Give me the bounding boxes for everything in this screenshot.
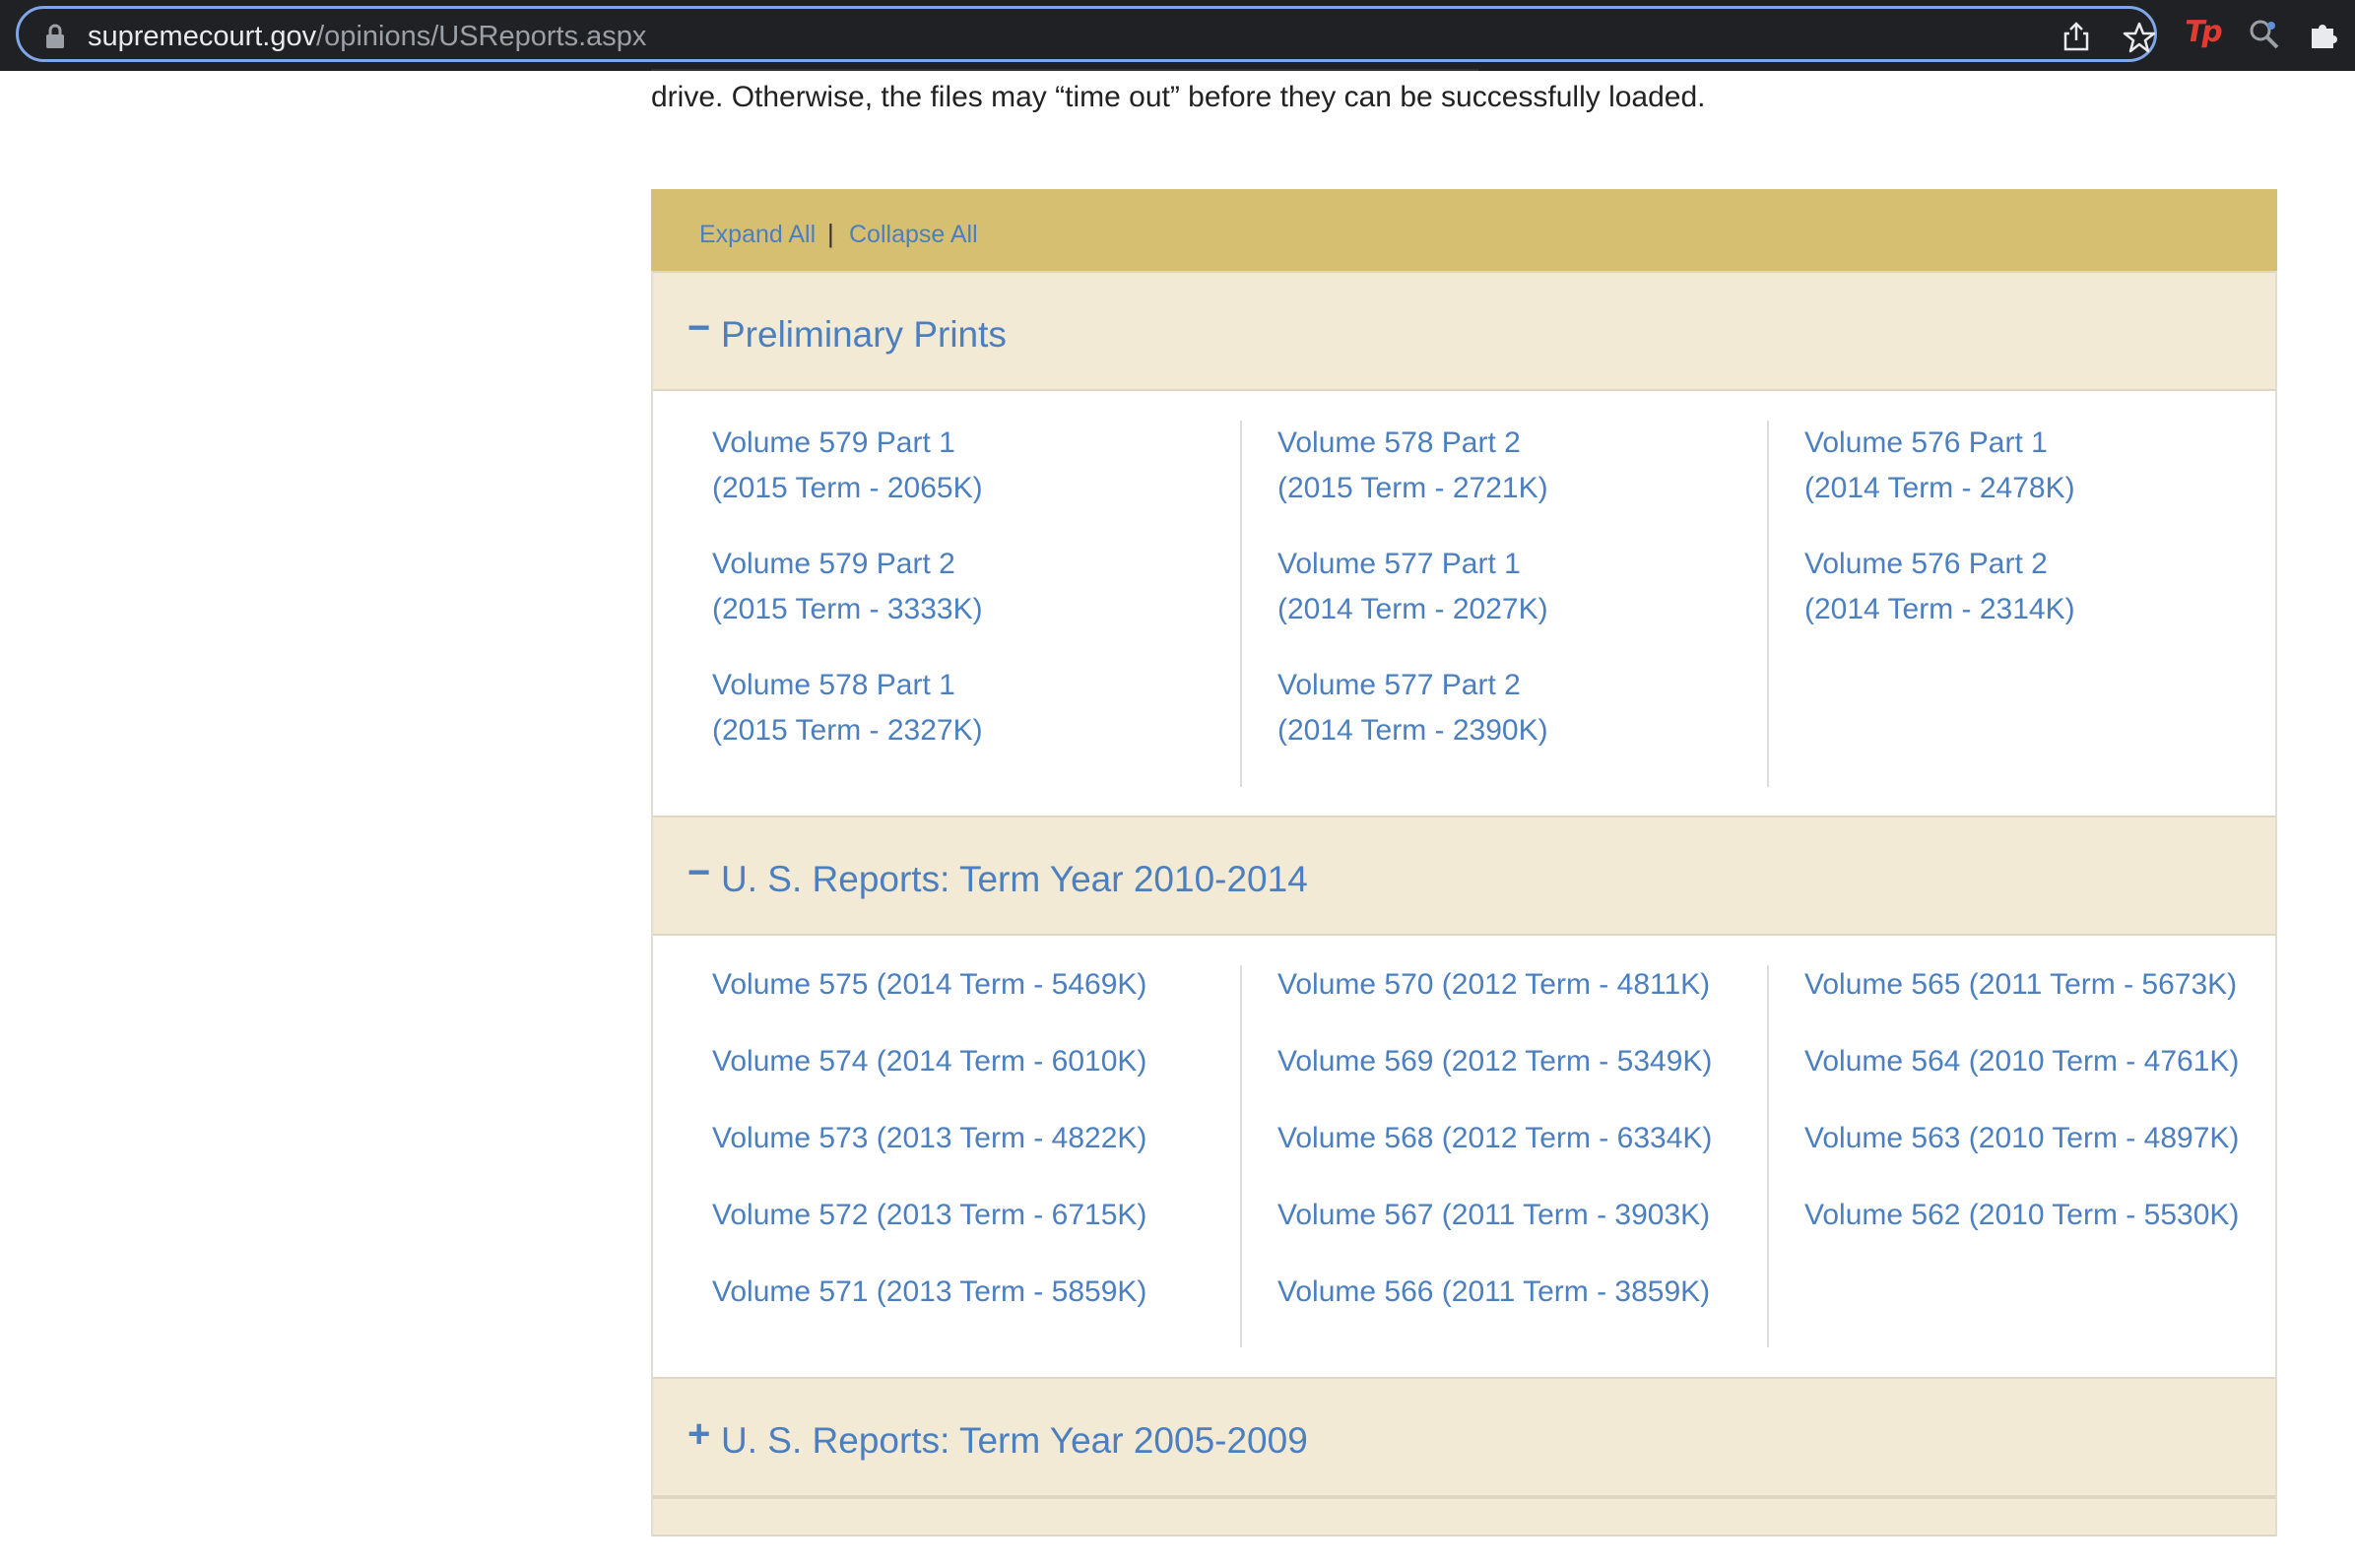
url-domain: supremecourt.gov <box>88 21 317 52</box>
link-line: Volume 577 Part 2 <box>1277 669 1521 701</box>
volume-link[interactable]: Volume 576 Part 1 (2014 Term - 2478K) <box>1804 421 2331 511</box>
volume-link[interactable]: Volume 578 Part 2 (2015 Term - 2721K) <box>1277 421 1804 511</box>
section-title[interactable]: U. S. Reports: Term Year 2005-2009 <box>721 1420 1308 1462</box>
link-line: Volume 579 Part 2 <box>712 548 955 580</box>
volume-link[interactable]: Volume 562 (2010 Term - 5530K) <box>1804 1196 2331 1235</box>
section-term-2010-2014: − U. S. Reports: Term Year 2010-2014 Vol… <box>651 816 2277 1377</box>
link-column: Volume 575 (2014 Term - 5469K) Volume 57… <box>712 965 1239 1347</box>
search-extension-icon[interactable] <box>2248 18 2281 51</box>
volume-link[interactable]: Volume 570 (2012 Term - 4811K) <box>1277 965 1804 1005</box>
volume-link[interactable]: Volume 578 Part 1 (2015 Term - 2327K) <box>712 663 1239 753</box>
next-section-header[interactable] <box>653 1497 2275 1536</box>
volume-link[interactable]: Volume 573 (2013 Term - 4822K) <box>712 1119 1239 1158</box>
reports-accordion: Expand All | Collapse All − Preliminary … <box>651 189 2277 1568</box>
volume-link[interactable]: Volume 563 (2010 Term - 4897K) <box>1804 1119 2331 1158</box>
section-body: Volume 575 (2014 Term - 5469K) Volume 57… <box>653 936 2275 1377</box>
url-path: /opinions/USReports.aspx <box>316 21 647 52</box>
link-column: Volume 579 Part 1 (2015 Term - 2065K) Vol… <box>712 421 1239 787</box>
collapse-all-link[interactable]: Collapse All <box>849 221 978 249</box>
volume-link[interactable]: Volume 568 (2012 Term - 6334K) <box>1277 1119 1804 1158</box>
volume-link[interactable]: Volume 579 Part 1 (2015 Term - 2065K) <box>712 421 1239 511</box>
link-line: Volume 578 Part 2 <box>1277 426 1521 459</box>
address-bar[interactable]: supremecourt.gov/opinions/USReports.aspx <box>16 6 2157 62</box>
link-line: (2015 Term - 3333K) <box>712 593 983 625</box>
url-text[interactable]: supremecourt.gov/opinions/USReports.aspx <box>88 20 646 53</box>
link-line: (2015 Term - 2327K) <box>712 714 983 747</box>
link-line: Volume 576 Part 2 <box>1804 548 2048 580</box>
lock-icon[interactable] <box>44 24 66 49</box>
link-column: Volume 570 (2012 Term - 4811K) Volume 56… <box>1240 965 1804 1347</box>
volume-link[interactable]: Volume 579 Part 2 (2015 Term - 3333K) <box>712 542 1239 632</box>
tp-extension-icon[interactable]: Tp <box>2182 15 2223 49</box>
volume-link[interactable]: Volume 565 (2011 Term - 5673K) <box>1804 965 2331 1005</box>
expand-plus-icon[interactable]: + <box>687 1414 711 1454</box>
link-line: (2015 Term - 2721K) <box>1277 472 1548 504</box>
link-column: Volume 565 (2011 Term - 5673K) Volume 56… <box>1767 965 2331 1347</box>
section-header[interactable]: − Preliminary Prints <box>653 271 2275 391</box>
link-line: (2015 Term - 2065K) <box>712 472 983 504</box>
volume-link[interactable]: Volume 572 (2013 Term - 6715K) <box>712 1196 1239 1235</box>
volume-link[interactable]: Volume 574 (2014 Term - 6010K) <box>712 1042 1239 1081</box>
volume-link[interactable]: Volume 566 (2011 Term - 3859K) <box>1277 1273 1804 1312</box>
volume-link[interactable]: Volume 564 (2010 Term - 4761K) <box>1804 1042 2331 1081</box>
intro-text: drive. Otherwise, the files may “time ou… <box>651 81 1706 113</box>
accordion-toolbar: Expand All | Collapse All <box>651 189 2277 271</box>
collapse-minus-icon[interactable]: − <box>687 853 711 892</box>
section-header[interactable]: + U. S. Reports: Term Year 2005-2009 <box>653 1377 2275 1497</box>
volume-link[interactable]: Volume 577 Part 1 (2014 Term - 2027K) <box>1277 542 1804 632</box>
volume-link[interactable]: Volume 569 (2012 Term - 5349K) <box>1277 1042 1804 1081</box>
extensions-puzzle-icon[interactable] <box>2308 19 2339 50</box>
section-header[interactable]: − U. S. Reports: Term Year 2010-2014 <box>653 816 2275 936</box>
link-line: (2014 Term - 2390K) <box>1277 714 1548 747</box>
section-preliminary-prints: − Preliminary Prints Volume 579 Part 1 (2… <box>651 271 2277 816</box>
link-line: Volume 577 Part 1 <box>1277 548 1521 580</box>
clipped-text-line <box>651 65 1478 73</box>
section-title[interactable]: U. S. Reports: Term Year 2010-2014 <box>721 859 1308 900</box>
section-term-2005-2009: + U. S. Reports: Term Year 2005-2009 <box>651 1377 2277 1536</box>
link-line: Volume 579 Part 1 <box>712 426 955 459</box>
link-line: Volume 576 Part 1 <box>1804 426 2048 459</box>
link-column: Volume 578 Part 2 (2015 Term - 2721K) Vol… <box>1240 421 1804 787</box>
browser-toolbar: supremecourt.gov/opinions/USReports.aspx… <box>0 0 2355 71</box>
volume-link[interactable]: Volume 567 (2011 Term - 3903K) <box>1277 1196 1804 1235</box>
link-line: Volume 578 Part 1 <box>712 669 955 701</box>
link-line: (2014 Term - 2027K) <box>1277 593 1548 625</box>
section-title[interactable]: Preliminary Prints <box>721 314 1007 356</box>
bookmark-star-icon[interactable] <box>2123 21 2156 54</box>
volume-link[interactable]: Volume 577 Part 2 (2014 Term - 2390K) <box>1277 663 1804 753</box>
share-icon[interactable] <box>2061 21 2091 52</box>
volume-link[interactable]: Volume 576 Part 2 (2014 Term - 2314K) <box>1804 542 2331 632</box>
link-line: (2014 Term - 2314K) <box>1804 593 2075 625</box>
expand-all-link[interactable]: Expand All <box>699 221 816 249</box>
section-body: Volume 579 Part 1 (2015 Term - 2065K) Vol… <box>653 391 2275 816</box>
collapse-minus-icon[interactable]: − <box>687 308 711 348</box>
toolbar-separator: | <box>827 219 834 248</box>
volume-link[interactable]: Volume 571 (2013 Term - 5859K) <box>712 1273 1239 1312</box>
link-line: (2014 Term - 2478K) <box>1804 472 2075 504</box>
link-column: Volume 576 Part 1 (2014 Term - 2478K) Vol… <box>1767 421 2331 787</box>
volume-link[interactable]: Volume 575 (2014 Term - 5469K) <box>712 965 1239 1005</box>
